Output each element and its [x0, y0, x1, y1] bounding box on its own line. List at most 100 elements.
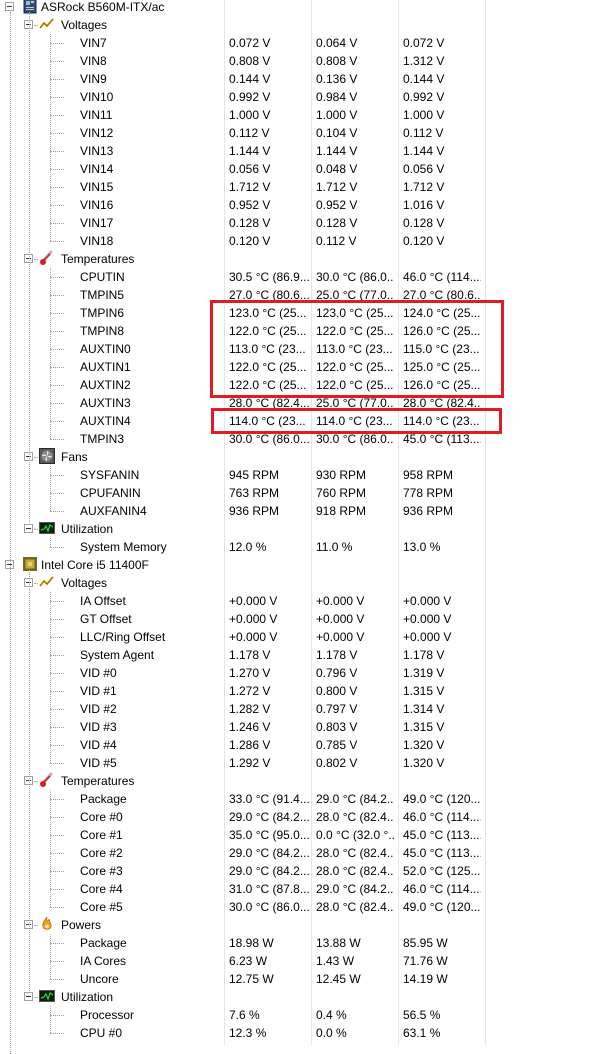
sensor-row[interactable]: TMPIN3 30.0 °C (86.0... 30.0 °C (86.0... 45…	[0, 430, 603, 448]
current-value: 0.120 V	[229, 234, 271, 248]
min-value: 0.112 V	[316, 234, 357, 248]
voltage-icon	[39, 574, 55, 590]
sensor-name: SYSFANIN	[80, 468, 140, 482]
sensor-row[interactable]: Core #5 30.0 °C (86.0... 28.0 °C (82.4... 4…	[0, 898, 603, 916]
tree-line	[50, 889, 64, 891]
sensor-row[interactable]: VIN9 0.144 V 0.136 V 0.144 V	[0, 70, 603, 88]
collapse-toggle[interactable]	[5, 2, 14, 11]
sensor-row[interactable]: AUXTIN0 113.0 °C (23... 113.0 °C (23... 115…	[0, 340, 603, 358]
sensor-row[interactable]: SYSFANIN 945 RPM 930 RPM 958 RPM	[0, 466, 603, 484]
sensor-row[interactable]: Core #3 29.0 °C (84.2... 28.0 °C (82.4... 5…	[0, 862, 603, 880]
sensor-row[interactable]: VIN14 0.056 V 0.048 V 0.056 V	[0, 160, 603, 178]
sensor-row[interactable]: VIN11 1.000 V 1.000 V 1.000 V	[0, 106, 603, 124]
min-value: 25.0 °C (77.0...	[316, 288, 394, 302]
sensor-name: VID #4	[80, 738, 117, 752]
tree-line	[50, 151, 64, 153]
group-node[interactable]: Voltages	[0, 574, 603, 592]
collapse-toggle[interactable]	[24, 524, 33, 533]
sensor-row[interactable]: LLC/Ring Offset +0.000 V +0.000 V +0.000 V	[0, 628, 603, 646]
sensor-row[interactable]: System Memory 12.0 % 11.0 % 13.0 %	[0, 538, 603, 556]
sensor-row[interactable]: TMPIN6 123.0 °C (25... 123.0 °C (25... 124.…	[0, 304, 603, 322]
collapse-toggle[interactable]	[24, 992, 33, 1001]
sensor-row[interactable]: Core #1 35.0 °C (95.0... 0.0 °C (32.0 °...…	[0, 826, 603, 844]
sensor-row[interactable]: VID #0 1.270 V 0.796 V 1.319 V	[0, 664, 603, 682]
tree-line	[29, 570, 31, 993]
tree-line	[34, 25, 38, 27]
min-value: 0.800 V	[316, 684, 358, 698]
sensor-row[interactable]: TMPIN8 122.0 °C (25... 122.0 °C (25... 126.…	[0, 322, 603, 340]
sensor-row[interactable]: AUXTIN4 114.0 °C (23... 114.0 °C (23... 114…	[0, 412, 603, 430]
current-value: 0.128 V	[229, 216, 271, 230]
sensor-name: VIN8	[80, 54, 107, 68]
sensor-row[interactable]: VIN13 1.144 V 1.144 V 1.144 V	[0, 142, 603, 160]
group-node[interactable]: Temperatures	[0, 250, 603, 268]
group-node[interactable]: Fans	[0, 448, 603, 466]
sensor-row[interactable]: VIN16 0.952 V 0.952 V 1.016 V	[0, 196, 603, 214]
max-value: 28.0 °C (82.4...	[403, 396, 481, 410]
sensor-row[interactable]: VID #3 1.246 V 0.803 V 1.315 V	[0, 718, 603, 736]
sensor-row[interactable]: CPU #0 12.3 % 0.0 % 63.1 %	[0, 1024, 603, 1042]
thermometer-icon	[39, 772, 55, 788]
sensor-name: VIN13	[80, 144, 114, 158]
min-value: 113.0 °C (23...	[316, 342, 393, 356]
device-node[interactable]: Intel Core i5 11400F	[0, 556, 603, 574]
sensor-row[interactable]: AUXTIN2 122.0 °C (25... 122.0 °C (25... 126…	[0, 376, 603, 394]
max-value: +0.000 V	[403, 612, 452, 626]
tree-line	[34, 925, 38, 927]
sensor-row[interactable]: Core #2 29.0 °C (84.2... 28.0 °C (82.4... 4…	[0, 844, 603, 862]
tree-line	[50, 115, 64, 117]
max-value: 125.0 °C (25...	[403, 360, 481, 374]
sensor-row[interactable]: Core #0 29.0 °C (84.2... 28.0 °C (82.4... 4…	[0, 808, 603, 826]
min-value: 0.803 V	[316, 720, 358, 734]
sensor-name: Package	[80, 792, 127, 806]
group-node[interactable]: Voltages	[0, 16, 603, 34]
sensor-row[interactable]: CPUTIN 30.5 °C (86.9... 30.0 °C (86.0... 46…	[0, 268, 603, 286]
sensor-row[interactable]: VID #1 1.272 V 0.800 V 1.315 V	[0, 682, 603, 700]
max-value: 46.0 °C (114....	[403, 270, 481, 284]
sensor-row[interactable]: VIN17 0.128 V 0.128 V 0.128 V	[0, 214, 603, 232]
current-value: 35.0 °C (95.0...	[229, 828, 309, 842]
sensor-row[interactable]: Core #4 31.0 °C (87.8... 29.0 °C (84.2... 4…	[0, 880, 603, 898]
sensor-row[interactable]: TMPIN5 27.0 °C (80.6... 25.0 °C (77.0... 27…	[0, 286, 603, 304]
sensor-row[interactable]: AUXTIN3 28.0 °C (82.4... 25.0 °C (77.0... 2…	[0, 394, 603, 412]
group-node[interactable]: Powers	[0, 916, 603, 934]
sensor-row[interactable]: VIN10 0.992 V 0.984 V 0.992 V	[0, 88, 603, 106]
sensor-row[interactable]: AUXTIN1 122.0 °C (25... 122.0 °C (25... 125…	[0, 358, 603, 376]
min-value: 0.808 V	[316, 54, 358, 68]
sensor-row[interactable]: VIN15 1.712 V 1.712 V 1.712 V	[0, 178, 603, 196]
group-node[interactable]: Utilization	[0, 988, 603, 1006]
device-node[interactable]: ASRock B560M-ITX/ac	[0, 0, 603, 16]
sensor-row[interactable]: Package 18.98 W 13.88 W 85.95 W	[0, 934, 603, 952]
group-node[interactable]: Utilization	[0, 520, 603, 538]
sensor-row[interactable]: VIN7 0.072 V 0.064 V 0.072 V	[0, 34, 603, 52]
sensor-row[interactable]: IA Offset +0.000 V +0.000 V +0.000 V	[0, 592, 603, 610]
sensor-row[interactable]: VID #4 1.286 V 0.785 V 1.320 V	[0, 736, 603, 754]
tree-line	[50, 367, 64, 369]
tree-line	[50, 385, 64, 387]
sensor-row[interactable]: GT Offset +0.000 V +0.000 V +0.000 V	[0, 610, 603, 628]
sensor-row[interactable]: VIN8 0.808 V 0.808 V 1.312 V	[0, 52, 603, 70]
sensor-row[interactable]: Processor 7.6 % 0.4 % 56.5 %	[0, 1006, 603, 1024]
sensor-row[interactable]: VID #2 1.282 V 0.797 V 1.314 V	[0, 700, 603, 718]
sensor-row[interactable]: VIN18 0.120 V 0.112 V 0.120 V	[0, 232, 603, 250]
sensor-row[interactable]: IA Cores 6.23 W 1.43 W 71.76 W	[0, 952, 603, 970]
sensor-row[interactable]: Uncore 12.75 W 12.45 W 14.19 W	[0, 970, 603, 988]
sensor-name: AUXTIN2	[80, 378, 131, 392]
group-node[interactable]: Temperatures	[0, 772, 603, 790]
max-value: 0.072 V	[403, 36, 445, 50]
sensor-name: VIN12	[80, 126, 114, 140]
group-label: Utilization	[61, 990, 114, 1004]
min-value: 0.136 V	[316, 72, 358, 86]
max-value: 1.712 V	[403, 180, 445, 194]
tree-line	[34, 997, 38, 999]
tree-line	[50, 538, 52, 547]
sensor-row[interactable]: CPUFANIN 763 RPM 760 RPM 778 RPM	[0, 484, 603, 502]
min-value: 930 RPM	[316, 468, 367, 482]
tree-line	[50, 169, 64, 171]
sensor-row[interactable]: VIN12 0.112 V 0.104 V 0.112 V	[0, 124, 603, 142]
sensor-row[interactable]: System Agent 1.178 V 1.178 V 1.178 V	[0, 646, 603, 664]
tree-line	[50, 133, 64, 135]
sensor-row[interactable]: AUXFANIN4 936 RPM 918 RPM 936 RPM	[0, 502, 603, 520]
sensor-row[interactable]: Package 33.0 °C (91.4... 29.0 °C (84.2... 4…	[0, 790, 603, 808]
sensor-row[interactable]: VID #5 1.292 V 0.802 V 1.320 V	[0, 754, 603, 772]
